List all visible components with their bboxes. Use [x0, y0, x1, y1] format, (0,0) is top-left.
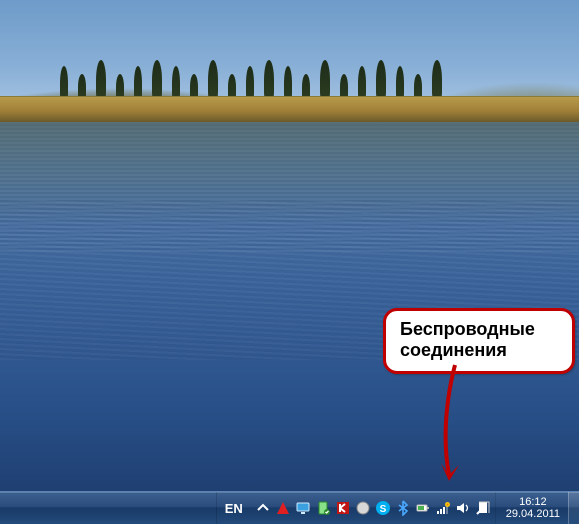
taskbar-clock[interactable]: 16:12 29.04.2011 — [495, 492, 568, 524]
app-generic-tray-button[interactable] — [353, 492, 373, 524]
clock-date: 29.04.2011 — [506, 508, 560, 520]
kaspersky-tray-button[interactable] — [333, 492, 353, 524]
skype-icon: S — [375, 500, 391, 516]
desktop: Беспроводные соединения EN — [0, 0, 579, 524]
annotation-callout: Беспроводные соединения — [383, 308, 575, 374]
safely-remove-hardware-icon — [315, 500, 331, 516]
taskbar-running-area — [0, 492, 216, 524]
power-icon — [415, 500, 431, 516]
volume-icon — [455, 500, 471, 516]
bluetooth-tray-button[interactable] — [393, 492, 413, 524]
network-wireless-icon — [435, 500, 451, 516]
app-utility-icon — [275, 500, 291, 516]
desktop-wallpaper — [0, 0, 579, 492]
app-generic-icon — [355, 500, 371, 516]
display-settings-tray-button[interactable] — [293, 492, 313, 524]
language-code: EN — [225, 501, 243, 516]
kaspersky-icon — [335, 500, 351, 516]
clock-time: 16:12 — [519, 496, 547, 508]
taskbar: EN S — [0, 491, 579, 524]
bluetooth-icon — [395, 500, 411, 516]
annotation-callout-line2: соединения — [400, 340, 558, 361]
action-center-icon — [475, 500, 491, 516]
system-tray: S — [251, 492, 495, 524]
power-tray-button[interactable] — [413, 492, 433, 524]
svg-text:S: S — [379, 504, 386, 515]
display-settings-icon — [295, 500, 311, 516]
show-hidden-icons-button[interactable] — [253, 492, 273, 524]
volume-tray-button[interactable] — [453, 492, 473, 524]
action-center-tray-button[interactable] — [473, 492, 493, 524]
annotation-callout-line1: Беспроводные — [400, 319, 558, 340]
language-indicator[interactable]: EN — [216, 492, 251, 524]
app-utility-tray-button[interactable] — [273, 492, 293, 524]
show-hidden-icons-icon — [255, 500, 271, 516]
network-wireless-tray-button[interactable] — [433, 492, 453, 524]
safely-remove-hardware-tray-button[interactable] — [313, 492, 333, 524]
skype-tray-button[interactable]: S — [373, 492, 393, 524]
show-desktop-button[interactable] — [568, 492, 579, 524]
